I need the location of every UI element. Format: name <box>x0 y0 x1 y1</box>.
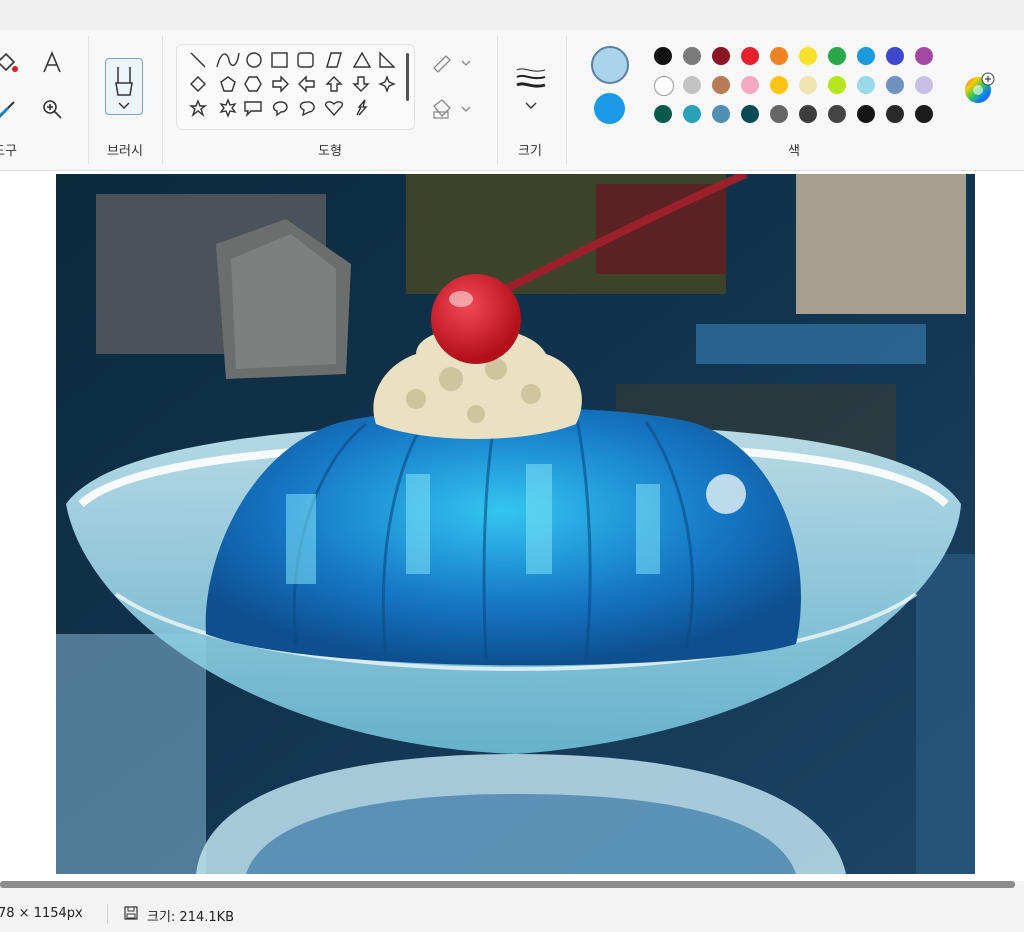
separator <box>162 36 163 164</box>
palette-color-swatch[interactable] <box>857 76 875 94</box>
palette-color-swatch[interactable] <box>857 105 875 123</box>
up-arrow-shape-icon <box>325 76 343 92</box>
palette-color-swatch[interactable] <box>886 105 904 123</box>
oval-shape-icon <box>246 52 262 68</box>
polygon-shape-icon <box>326 52 342 68</box>
cloud-callout-shape-icon <box>299 101 315 117</box>
separator <box>497 36 498 164</box>
four-point-star-shape-icon <box>378 75 396 93</box>
left-arrow-shape-icon <box>298 75 315 93</box>
heart-shape-icon <box>324 101 344 117</box>
size-group-label: 크기 <box>518 144 542 159</box>
ribbon: 도구 브러시 <box>0 30 1024 171</box>
shapes-grid <box>188 51 409 118</box>
line-shape-icon <box>190 52 206 68</box>
diamond-shape-icon <box>190 76 206 92</box>
palette-color-swatch[interactable] <box>770 47 788 65</box>
tools-group-label: 도구 <box>0 144 17 159</box>
palette-color-swatch[interactable] <box>799 76 817 94</box>
brush-button[interactable] <box>105 58 143 115</box>
palette-color-swatch[interactable] <box>857 47 875 65</box>
palette-color-swatch[interactable] <box>741 47 759 65</box>
palette-color-swatch[interactable] <box>770 105 788 123</box>
palette-color-swatch[interactable] <box>886 47 904 65</box>
palette-color-swatch[interactable] <box>828 76 846 94</box>
status-bar: 78 × 1154px 크기: 214.1KB <box>0 896 1024 932</box>
palette-color-swatch[interactable] <box>915 47 933 65</box>
palette-color-swatch[interactable] <box>799 47 817 65</box>
palette-color-swatch[interactable] <box>683 105 701 123</box>
palette-color-swatch[interactable] <box>886 76 904 94</box>
size-button[interactable] <box>512 60 550 116</box>
palette-color-swatch[interactable] <box>915 105 933 123</box>
edit-colors-button[interactable] <box>962 72 996 106</box>
palette-color-swatch[interactable] <box>741 76 759 94</box>
oval-callout-shape-icon <box>272 101 288 117</box>
palette-color-swatch[interactable] <box>799 105 817 123</box>
palette-color-swatch[interactable] <box>683 47 701 65</box>
fill-dropdown[interactable] <box>428 94 476 124</box>
file-size: 크기: 214.1KB <box>147 910 235 925</box>
palette-color-swatch[interactable] <box>828 105 846 123</box>
painting-canvas[interactable] <box>56 174 975 874</box>
status-separator <box>107 904 108 924</box>
pentagon-shape-icon <box>220 76 236 92</box>
triangle-shape-icon <box>352 51 372 68</box>
rect-callout-shape-icon <box>244 101 262 118</box>
shapes-scrollbar <box>406 53 409 101</box>
brush-group-label: 브러시 <box>107 144 143 159</box>
palette-color-swatch[interactable] <box>683 76 701 94</box>
right-arrow-shape-icon <box>272 75 289 93</box>
horizontal-scrollbar[interactable] <box>0 881 1015 888</box>
color-picker-icon[interactable] <box>0 94 22 124</box>
six-point-star-shape-icon <box>219 98 237 118</box>
palette-color-swatch[interactable] <box>741 105 759 123</box>
primary-color-swatch[interactable] <box>591 46 629 84</box>
curve-shape-icon <box>216 52 240 68</box>
hexagon-shape-icon <box>244 76 262 92</box>
palette-color-swatch[interactable] <box>712 47 730 65</box>
text-tool-icon[interactable] <box>37 48 67 78</box>
magnifier-icon[interactable] <box>37 94 67 124</box>
colors-group-label: 색 <box>788 144 800 159</box>
right-triangle-shape-icon <box>379 51 396 68</box>
title-strip <box>0 0 1024 31</box>
five-point-star-shape-icon <box>188 99 208 118</box>
outline-dropdown[interactable] <box>428 48 476 78</box>
palette-color-swatch[interactable] <box>654 76 674 96</box>
save-size-icon <box>124 906 138 924</box>
separator <box>566 36 567 164</box>
down-arrow-shape-icon <box>352 76 370 92</box>
brush-icon <box>115 67 133 110</box>
palette-color-swatch[interactable] <box>654 47 672 65</box>
line-width-icon <box>516 68 546 109</box>
palette-color-swatch[interactable] <box>712 76 730 94</box>
palette-color-swatch[interactable] <box>770 76 788 94</box>
rectangle-shape-icon <box>271 52 288 68</box>
palette-color-swatch[interactable] <box>712 105 730 123</box>
palette-color-swatch[interactable] <box>915 76 933 94</box>
canvas-dimensions: 78 × 1154px <box>0 906 83 921</box>
fill-bucket-icon[interactable] <box>0 48 22 78</box>
shapes-group-label: 도형 <box>318 144 342 159</box>
lightning-shape-icon <box>356 99 368 116</box>
rounded-rectangle-shape-icon <box>297 52 314 68</box>
shapes-gallery <box>176 44 415 130</box>
color-wheel-icon <box>965 72 995 103</box>
palette-color-swatch[interactable] <box>828 47 846 65</box>
palette-color-swatch[interactable] <box>654 105 672 123</box>
canvas-area[interactable] <box>0 171 1024 881</box>
secondary-color-swatch[interactable] <box>594 93 625 124</box>
separator <box>88 36 89 164</box>
